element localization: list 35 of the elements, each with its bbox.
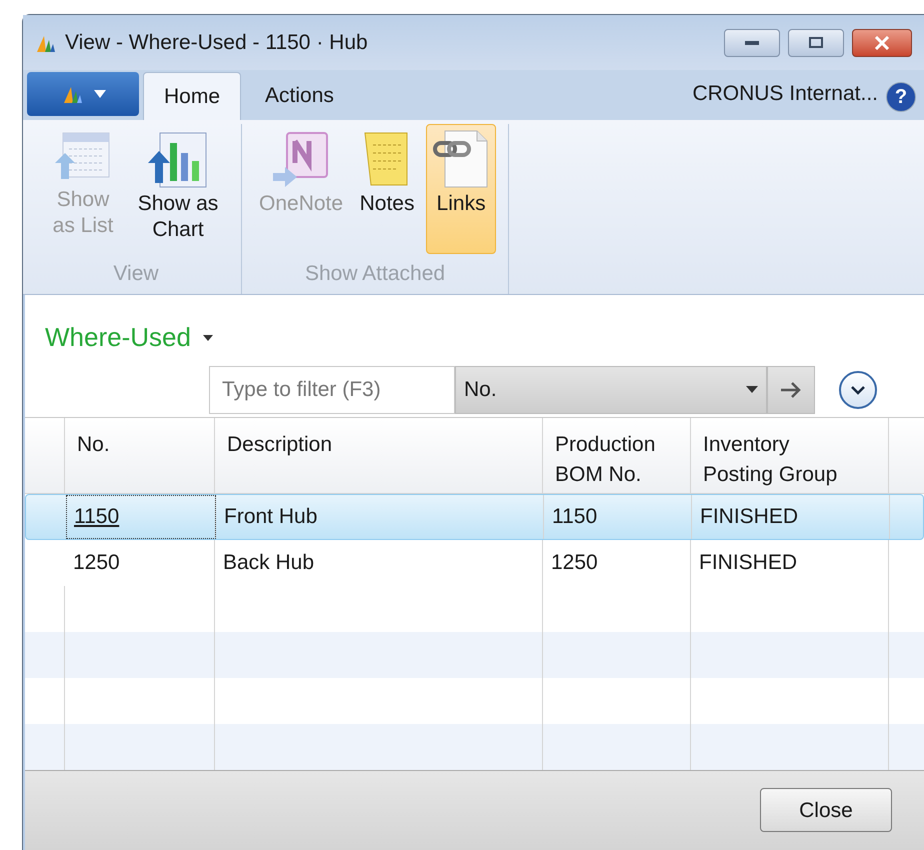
column-header[interactable]: Inventory Posting Group — [691, 418, 889, 493]
column-header[interactable]: No. — [65, 418, 215, 493]
ribbon-tab[interactable]: Actions — [245, 72, 354, 120]
ribbon-group-label: Show Attached — [304, 260, 446, 287]
close-icon — [874, 36, 890, 50]
filter-field[interactable]: Type to filter (F3) — [209, 366, 455, 414]
minimize-button[interactable] — [724, 28, 780, 57]
ribbon-button[interactable]: Show as Chart — [127, 124, 229, 254]
help-button[interactable]: ? — [886, 82, 916, 112]
company-name: CRONUS Internat... — [692, 81, 878, 108]
app-menu-button[interactable] — [27, 72, 139, 116]
table-cell: 1150 — [66, 494, 216, 539]
filter-field-dropdown[interactable]: No. — [455, 366, 767, 414]
close-button[interactable]: Close — [760, 788, 892, 832]
table-cell: FINISHED — [692, 494, 890, 539]
maximize-button[interactable] — [788, 28, 844, 57]
column-header[interactable]: Description — [215, 418, 543, 493]
dropdown-caret-icon — [746, 386, 758, 394]
ribbon-button[interactable]: Links — [426, 124, 496, 254]
dropdown-caret-icon — [202, 334, 213, 341]
ribbon-group-label: View — [113, 260, 159, 287]
ribbon-button[interactable]: Notes — [352, 124, 422, 254]
arrow-right-icon — [779, 380, 803, 399]
chevron-down-icon — [850, 384, 866, 395]
page-title: Where-Used — [45, 321, 191, 354]
expand-button[interactable] — [839, 370, 877, 409]
apply-filter-button[interactable] — [767, 366, 815, 414]
table-cell: Front Hub — [216, 494, 544, 539]
table-row[interactable]: 1150 Front Hub 1150 FINISHED — [25, 494, 924, 540]
dropdown-caret-icon — [94, 90, 106, 98]
window-title: View - Where-Used - 1150 · Hub — [65, 30, 368, 56]
column-header[interactable]: Production BOM No. — [543, 418, 691, 493]
close-window-button[interactable] — [852, 28, 912, 57]
table-cell: 1150 — [544, 494, 692, 539]
ribbon-tab[interactable]: Home — [143, 72, 242, 120]
